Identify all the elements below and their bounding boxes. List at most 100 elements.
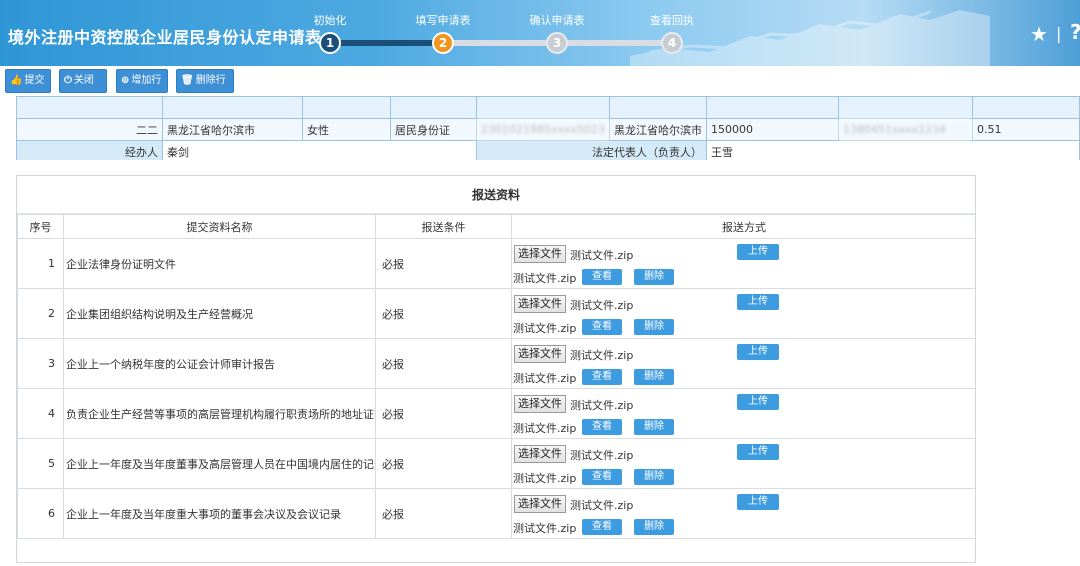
row-number: 6 — [17, 488, 64, 539]
agent-name-field[interactable]: 秦剑 — [162, 140, 477, 160]
uploaded-file-name: 测试文件.zip — [513, 472, 577, 485]
upload-button[interactable]: 上传 — [737, 294, 779, 310]
material-name: 企业上一年度及当年度重大事项的董事会决议及会议记录 — [63, 488, 376, 539]
delete-file-button[interactable]: 删除 — [634, 269, 674, 285]
step-label-fill: 填写申请表 — [415, 14, 471, 27]
choose-file-button[interactable]: 选择文件 — [514, 345, 566, 363]
delete-file-button[interactable]: 删除 — [634, 419, 674, 435]
selected-file-name: 测试文件.zip — [570, 449, 634, 462]
applicant-table-wrap: 二二 黑龙江省哈尔滨市 女性 居民身份证 2301021985xxxx5023 … — [16, 96, 1080, 160]
upload-cell: 选择文件 测试文件.zip 上传 测试文件.zip 查看 删除 — [511, 338, 975, 389]
applicant-table: 二二 黑龙江省哈尔滨市 女性 居民身份证 2301021985xxxx5023 … — [16, 96, 1080, 160]
delete-file-button[interactable]: 删除 — [634, 369, 674, 385]
material-name: 企业法律身份证明文件 — [63, 238, 376, 289]
submit-label: 提交 — [24, 75, 45, 86]
material-condition: 必报 — [375, 488, 512, 539]
legal-rep-name-field[interactable]: 王雪 — [706, 140, 1080, 160]
table-row[interactable]: 二二 黑龙江省哈尔滨市 女性 居民身份证 2301021985xxxx5023 … — [16, 118, 1080, 141]
upload-cell: 选择文件 测试文件.zip 上传 测试文件.zip 查看 删除 — [511, 238, 975, 289]
materials-panel: 报送资料 序号 提交资料名称 报送条件 报送方式 1 企业法律身份证明文件 必报… — [16, 175, 976, 563]
table-row: 3 企业上一个纳税年度的公证会计师审计报告 必报 选择文件 测试文件.zip 上… — [17, 338, 975, 389]
upload-button[interactable]: 上传 — [737, 394, 779, 410]
address-cell[interactable]: 黑龙江省哈尔滨市 — [162, 118, 303, 141]
delete-file-button[interactable]: 删除 — [634, 519, 674, 535]
star-icon[interactable]: ★ — [1030, 22, 1048, 46]
materials-title: 报送资料 — [17, 176, 975, 214]
agent-row: 经办人 秦剑 法定代表人（负责人） 王雪 — [16, 140, 1080, 160]
upload-cell: 选择文件 测试文件.zip 上传 测试文件.zip 查看 删除 — [511, 388, 975, 439]
address2-cell[interactable]: 黑龙江省哈尔滨市 — [609, 118, 708, 141]
phone-cell[interactable]: 1380451xxxx1234 — [838, 118, 974, 141]
thumbs-up-icon: 👍 — [10, 75, 23, 86]
page-title: 境外注册中资控股企业居民身份认定申请表 — [8, 28, 322, 47]
header-separator: | — [1056, 24, 1062, 43]
material-name: 负责企业生产经营等事项的高层管理机构履行职责场所的地址证明 — [63, 388, 376, 439]
selected-file-name: 测试文件.zip — [570, 499, 634, 512]
row-number: 3 — [17, 338, 64, 389]
progress-track-done — [330, 40, 443, 46]
upload-button[interactable]: 上传 — [737, 444, 779, 460]
upload-cell: 选择文件 测试文件.zip 上传 测试文件.zip 查看 删除 — [511, 288, 975, 339]
ratio-cell[interactable]: 0.51 — [972, 118, 1080, 141]
upload-button[interactable]: 上传 — [737, 494, 779, 510]
step-label-receipt: 查看回执 — [650, 14, 694, 27]
uploaded-file-name: 测试文件.zip — [513, 272, 577, 285]
help-icon[interactable]: ? — [1070, 20, 1080, 44]
table-row-cut — [16, 96, 1080, 119]
selected-file-name: 测试文件.zip — [570, 249, 634, 262]
material-condition: 必报 — [375, 338, 512, 389]
trash-icon: 🗑 — [181, 75, 194, 86]
step-label-confirm: 确认申请表 — [529, 14, 585, 27]
col-header-name: 提交资料名称 — [63, 214, 376, 239]
step-4-dot[interactable]: 4 — [661, 32, 683, 54]
selected-file-name: 测试文件.zip — [570, 299, 634, 312]
submit-button[interactable]: 👍 提交 — [5, 69, 51, 93]
legal-rep-label: 法定代表人（负责人） — [475, 140, 708, 160]
col-header-method: 报送方式 — [511, 214, 975, 239]
material-condition: 必报 — [375, 238, 512, 289]
add-row-label: 增加行 — [131, 75, 162, 86]
choose-file-button[interactable]: 选择文件 — [514, 245, 566, 263]
id-number-cell[interactable]: 2301021985xxxx5023 — [475, 118, 611, 141]
choose-file-button[interactable]: 选择文件 — [514, 295, 566, 313]
row-number: 1 — [17, 238, 64, 289]
upload-cell: 选择文件 测试文件.zip 上传 测试文件.zip 查看 删除 — [511, 488, 975, 539]
close-button[interactable]: ⏻ 关闭 — [59, 69, 107, 93]
plus-circle-icon: ⊕ — [121, 75, 130, 86]
agent-label: 经办人 — [16, 140, 163, 160]
upload-button[interactable]: 上传 — [737, 244, 779, 260]
delete-row-label: 删除行 — [195, 75, 226, 86]
view-button[interactable]: 查看 — [582, 369, 622, 385]
step-1-dot[interactable]: 1 — [319, 32, 341, 54]
choose-file-button[interactable]: 选择文件 — [514, 445, 566, 463]
view-button[interactable]: 查看 — [582, 269, 622, 285]
delete-file-button[interactable]: 删除 — [634, 319, 674, 335]
table-row: 2 企业集团组织结构说明及生产经营概况 必报 选择文件 测试文件.zip 上传 … — [17, 288, 975, 339]
view-button[interactable]: 查看 — [582, 419, 622, 435]
view-button[interactable]: 查看 — [582, 319, 622, 335]
delete-row-button[interactable]: 🗑 删除行 — [176, 69, 234, 93]
choose-file-button[interactable]: 选择文件 — [514, 495, 566, 513]
postcode-cell[interactable]: 150000 — [706, 118, 840, 141]
row-number: 5 — [17, 438, 64, 489]
gender-cell[interactable]: 女性 — [302, 118, 391, 141]
row-number: 2 — [17, 288, 64, 339]
table-row: 1 企业法律身份证明文件 必报 选择文件 测试文件.zip 上传 测试文件.zi… — [17, 238, 975, 289]
choose-file-button[interactable]: 选择文件 — [514, 395, 566, 413]
view-button[interactable]: 查看 — [582, 469, 622, 485]
upload-button[interactable]: 上传 — [737, 344, 779, 360]
view-button[interactable]: 查看 — [582, 519, 622, 535]
row-number: 4 — [17, 388, 64, 439]
uploaded-file-name: 测试文件.zip — [513, 522, 577, 535]
step-2-dot[interactable]: 2 — [432, 32, 454, 54]
materials-table: 序号 提交资料名称 报送条件 报送方式 1 企业法律身份证明文件 必报 选择文件… — [17, 214, 975, 539]
id-type-cell[interactable]: 居民身份证 — [390, 118, 477, 141]
step-3-dot[interactable]: 3 — [546, 32, 568, 54]
header-bar: 境外注册中资控股企业居民身份认定申请表 初始化 填写申请表 确认申请表 查看回执… — [0, 0, 1080, 66]
col-header-no: 序号 — [17, 214, 64, 239]
material-name: 企业上一个纳税年度的公证会计师审计报告 — [63, 338, 376, 389]
delete-file-button[interactable]: 删除 — [634, 469, 674, 485]
materials-header-row: 序号 提交资料名称 报送条件 报送方式 — [17, 214, 975, 239]
add-row-button[interactable]: ⊕ 增加行 — [116, 69, 168, 93]
uploaded-file-name: 测试文件.zip — [513, 322, 577, 335]
